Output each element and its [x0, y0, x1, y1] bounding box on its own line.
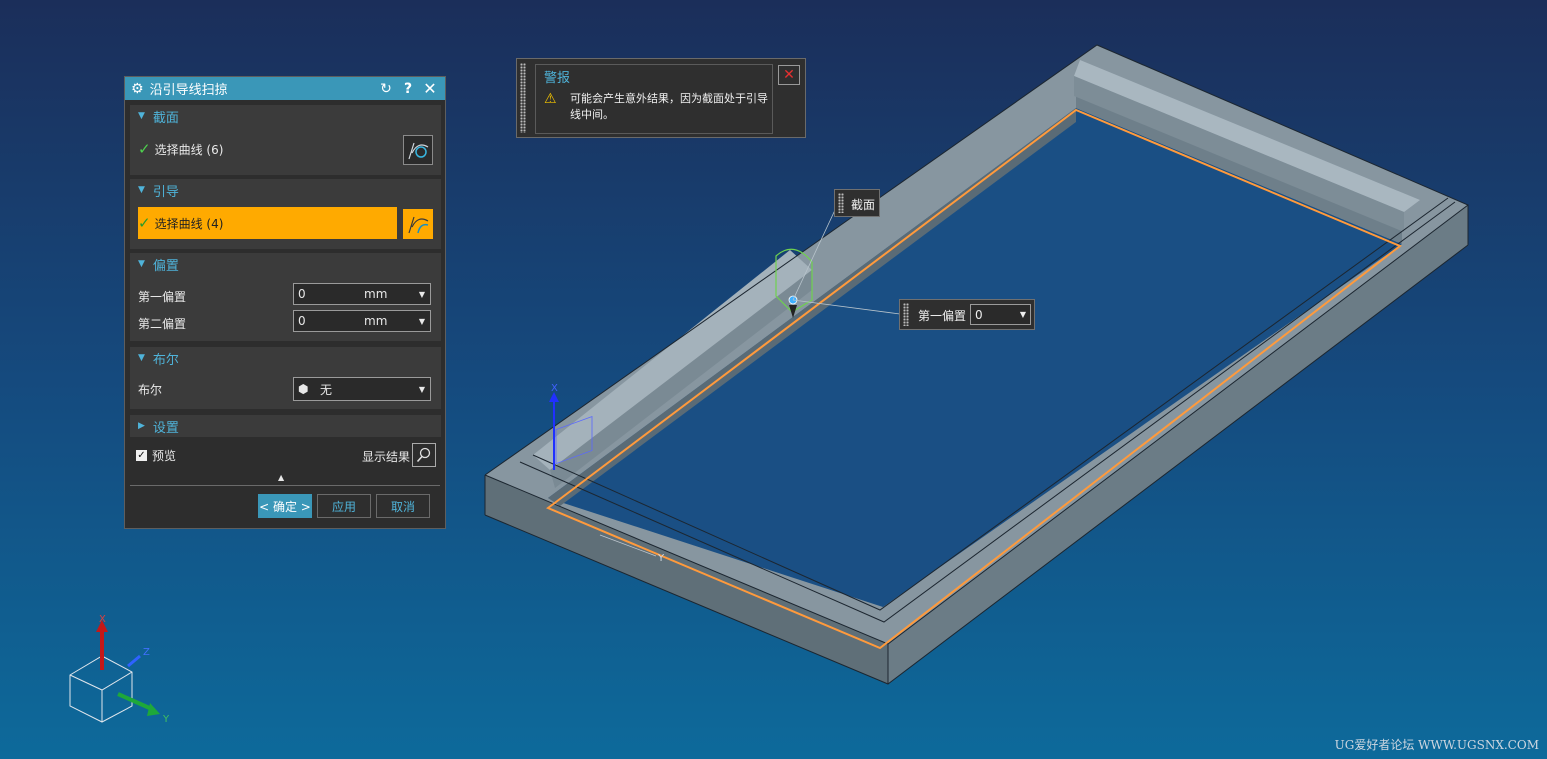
- magnifier-icon: [416, 447, 431, 463]
- first-offset-unit: mm: [364, 287, 388, 301]
- drag-handle[interactable]: [838, 193, 844, 213]
- section-group-title: 截面: [152, 110, 179, 126]
- ok-button[interactable]: < 确定 >: [258, 494, 312, 518]
- gear-icon[interactable]: ⚙: [131, 81, 144, 97]
- alert-title: 警报: [544, 71, 571, 86]
- triad-z-label: Z: [143, 647, 150, 658]
- boolean-label: 布尔: [138, 383, 163, 397]
- second-offset-field[interactable]: 0 mm ▼: [293, 310, 431, 332]
- drag-handle[interactable]: [903, 303, 909, 326]
- footer-divider: [130, 485, 440, 486]
- dropdown-arrow-icon[interactable]: ▼: [414, 317, 430, 326]
- section-callout[interactable]: 截面: [834, 189, 880, 217]
- collapse-arrow-icon: ▼: [138, 111, 145, 121]
- first-offset-field[interactable]: 0 mm ▼: [293, 283, 431, 305]
- section-callout-label: 截面: [851, 198, 876, 212]
- boolean-value: 无: [320, 382, 333, 397]
- second-offset-label: 第二偏置: [138, 317, 187, 331]
- offset-group-header[interactable]: ▼ 偏置: [130, 253, 441, 275]
- cancel-button[interactable]: 取消: [376, 494, 430, 518]
- alert-panel: 警报 ⚠ 可能会产生意外结果，因为截面处于引导线中间。 ✕: [516, 58, 806, 138]
- guide-group-title: 引导: [152, 184, 179, 200]
- boolean-group-header[interactable]: ▼ 布尔: [130, 347, 441, 369]
- warning-icon: ⚠: [544, 91, 557, 107]
- curve-select-icon: [408, 142, 429, 160]
- second-offset-value[interactable]: 0: [294, 314, 364, 328]
- section-select-label: 选择曲线 (6): [154, 142, 224, 157]
- first-offset-label: 第一偏置: [138, 290, 187, 304]
- boolean-group: ▼ 布尔 布尔 ⬢ 无 ▼: [130, 347, 441, 409]
- offset-callout[interactable]: 第一偏置 0 ▼: [899, 299, 1035, 330]
- settings-group: ▶ 设置: [130, 415, 441, 437]
- csys-x-label: X: [551, 383, 558, 394]
- dropdown-arrow-icon[interactable]: ▼: [414, 290, 430, 299]
- boolean-group-title: 布尔: [152, 352, 179, 368]
- settings-group-header[interactable]: ▶ 设置: [130, 415, 441, 437]
- preview-row: ✓ 预览: [136, 447, 176, 464]
- triad-y-label: Y: [162, 714, 170, 725]
- second-offset-unit: mm: [364, 314, 388, 328]
- dropdown-arrow-icon[interactable]: ▼: [414, 385, 430, 394]
- help-icon[interactable]: ?: [399, 81, 417, 97]
- first-offset-value[interactable]: 0: [294, 287, 364, 301]
- collapse-arrow-icon: ▼: [138, 353, 145, 363]
- view-triad[interactable]: [69, 620, 160, 723]
- collapse-more-icon[interactable]: ▲: [278, 473, 284, 482]
- checkmark-icon: ✓: [138, 140, 151, 158]
- section-group-header[interactable]: ▼ 截面: [130, 105, 441, 127]
- dialog-titlebar[interactable]: ⚙ 沿引导线扫掠 ↻ ? ✕: [125, 77, 445, 100]
- section-group: ▼ 截面 ✓ 选择曲线 (6): [130, 105, 441, 175]
- expand-arrow-icon: ▶: [138, 421, 145, 431]
- guide-curve-button[interactable]: [403, 209, 433, 239]
- alert-body: 警报 ⚠ 可能会产生意外结果，因为截面处于引导线中间。: [535, 64, 773, 134]
- dialog-title: 沿引导线扫掠: [149, 83, 228, 98]
- alert-close-button[interactable]: ✕: [778, 65, 800, 85]
- alert-message: 可能会产生意外结果，因为截面处于引导线中间。: [570, 92, 768, 121]
- triad-x-label: X: [99, 614, 106, 625]
- preview-checkbox[interactable]: ✓: [136, 450, 147, 461]
- dropdown-arrow-icon[interactable]: ▼: [1016, 310, 1030, 319]
- show-result-label: 显示结果: [362, 450, 411, 464]
- offset-callout-field[interactable]: 0 ▼: [970, 304, 1031, 325]
- csys-y-label: Y: [657, 553, 665, 564]
- collapse-arrow-icon: ▼: [138, 185, 145, 195]
- collapse-arrow-icon: ▼: [138, 259, 145, 269]
- guide-select-label: 选择曲线 (4): [154, 216, 224, 231]
- offset-group: ▼ 偏置 第一偏置 0 mm ▼ 第二偏置 0 mm ▼: [130, 253, 441, 341]
- watermark: UG爱好者论坛 WWW.UGSNX.COM: [1334, 738, 1539, 752]
- offset-callout-label: 第一偏置: [918, 309, 967, 323]
- boolean-none-icon: ⬢: [298, 382, 309, 396]
- show-result-button[interactable]: [412, 443, 436, 467]
- guide-select-row[interactable]: ✓ 选择曲线 (4): [138, 207, 397, 239]
- guide-group: ▼ 引导 ✓ 选择曲线 (4): [130, 179, 441, 249]
- settings-group-title: 设置: [152, 420, 179, 436]
- curve-select-icon: [408, 216, 429, 234]
- sweep-along-guide-dialog[interactable]: ⚙ 沿引导线扫掠 ↻ ? ✕ ▼ 截面 ✓ 选择曲线 (6) ▼ 引导 ✓ 选择…: [124, 76, 446, 529]
- guide-group-header[interactable]: ▼ 引导: [130, 179, 441, 201]
- close-icon: ✕: [783, 67, 795, 83]
- drag-handle[interactable]: [520, 63, 526, 133]
- boolean-select[interactable]: ⬢ 无 ▼: [293, 377, 431, 401]
- close-icon[interactable]: ✕: [421, 79, 439, 98]
- checkmark-icon: ✓: [138, 214, 151, 232]
- offset-callout-value[interactable]: 0: [971, 308, 1016, 322]
- section-select-row[interactable]: ✓ 选择曲线 (6): [138, 133, 433, 165]
- section-curve-button[interactable]: [403, 135, 433, 165]
- offset-group-title: 偏置: [152, 258, 179, 274]
- apply-button[interactable]: 应用: [317, 494, 371, 518]
- reset-icon[interactable]: ↻: [377, 81, 395, 97]
- preview-label: 预览: [152, 449, 177, 463]
